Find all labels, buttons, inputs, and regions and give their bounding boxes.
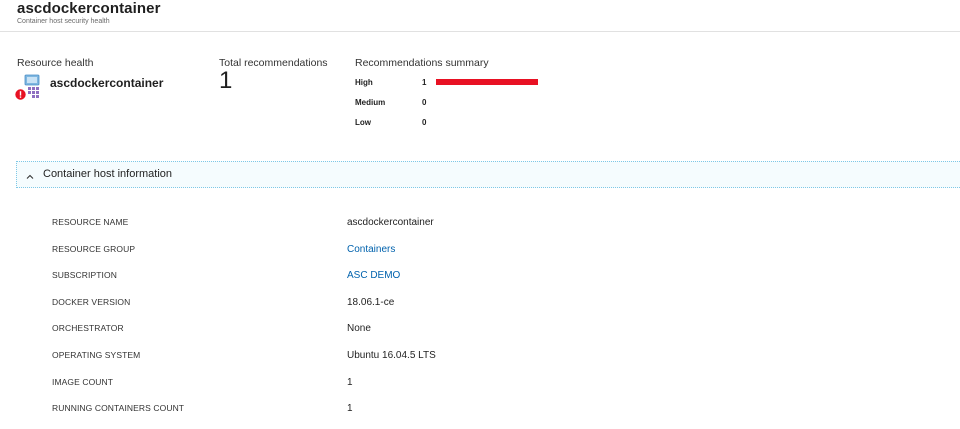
property-row-orchestrator: ORCHESTRATOR None (0, 323, 960, 349)
summary-severity-count: 0 (422, 98, 427, 107)
property-key: IMAGE COUNT (52, 376, 114, 387)
property-row-resource-name: RESOURCE NAME ascdockercontainer (0, 217, 960, 243)
property-value: 1 (347, 376, 353, 388)
summary-bar-track (436, 79, 538, 85)
property-value: 18.06.1-ce (347, 296, 395, 308)
resource-health-label: Resource health (17, 57, 94, 69)
property-row-running-containers-count: RUNNING CONTAINERS COUNT 1 (0, 403, 960, 429)
property-key: SUBSCRIPTION (52, 270, 117, 281)
summary-bar-fill (436, 79, 538, 85)
property-row-image-count: IMAGE COUNT 1 (0, 377, 960, 403)
property-value: ascdockercontainer (347, 217, 434, 228)
error-badge-icon (15, 87, 26, 100)
resource-name[interactable]: ascdockercontainer (50, 76, 163, 90)
recommendations-summary-label: Recommendations summary (355, 57, 489, 69)
summary-severity-count: 0 (422, 118, 427, 127)
property-row-docker-version: DOCKER VERSION 18.06.1-ce (0, 297, 960, 323)
property-value-link[interactable]: ASC DEMO (347, 270, 400, 281)
chevron-up-icon[interactable] (24, 169, 36, 179)
summary-severity-label: High (355, 78, 373, 87)
section-title: Container host information (43, 168, 173, 180)
total-recommendations-count: 1 (219, 67, 233, 94)
property-key: ORCHESTRATOR (52, 323, 124, 334)
property-key: RESOURCE NAME (52, 217, 129, 227)
property-value-link[interactable]: Containers (347, 244, 395, 255)
summary-bar-track (436, 99, 538, 105)
property-value: None (347, 323, 371, 335)
page-title: ascdockercontainer (17, 0, 161, 17)
summary-severity-label: Low (355, 118, 371, 127)
property-row-operating-system: OPERATING SYSTEM Ubuntu 16.04.5 LTS (0, 350, 960, 376)
section-header-container-host[interactable]: Container host information (16, 161, 960, 188)
property-value: 1 (347, 403, 353, 415)
property-key: RESOURCE GROUP (52, 243, 136, 254)
property-row-resource-group: RESOURCE GROUP Containers (0, 244, 960, 270)
property-row-subscription: SUBSCRIPTION ASC DEMO (0, 270, 960, 296)
property-key: DOCKER VERSION (52, 296, 131, 307)
blade-header: ascdockercontainer Container host securi… (0, 0, 960, 32)
property-key: RUNNING CONTAINERS COUNT (52, 403, 185, 414)
page-subtitle: Container host security health (17, 18, 110, 25)
property-key: OPERATING SYSTEM (52, 350, 141, 360)
summary-severity-count: 1 (422, 78, 427, 87)
summary-severity-label: Medium (355, 98, 386, 107)
total-recommendations-label: Total recommendations (219, 57, 328, 69)
summary-bar-track (436, 119, 538, 125)
property-value: Ubuntu 16.04.5 LTS (347, 350, 436, 361)
